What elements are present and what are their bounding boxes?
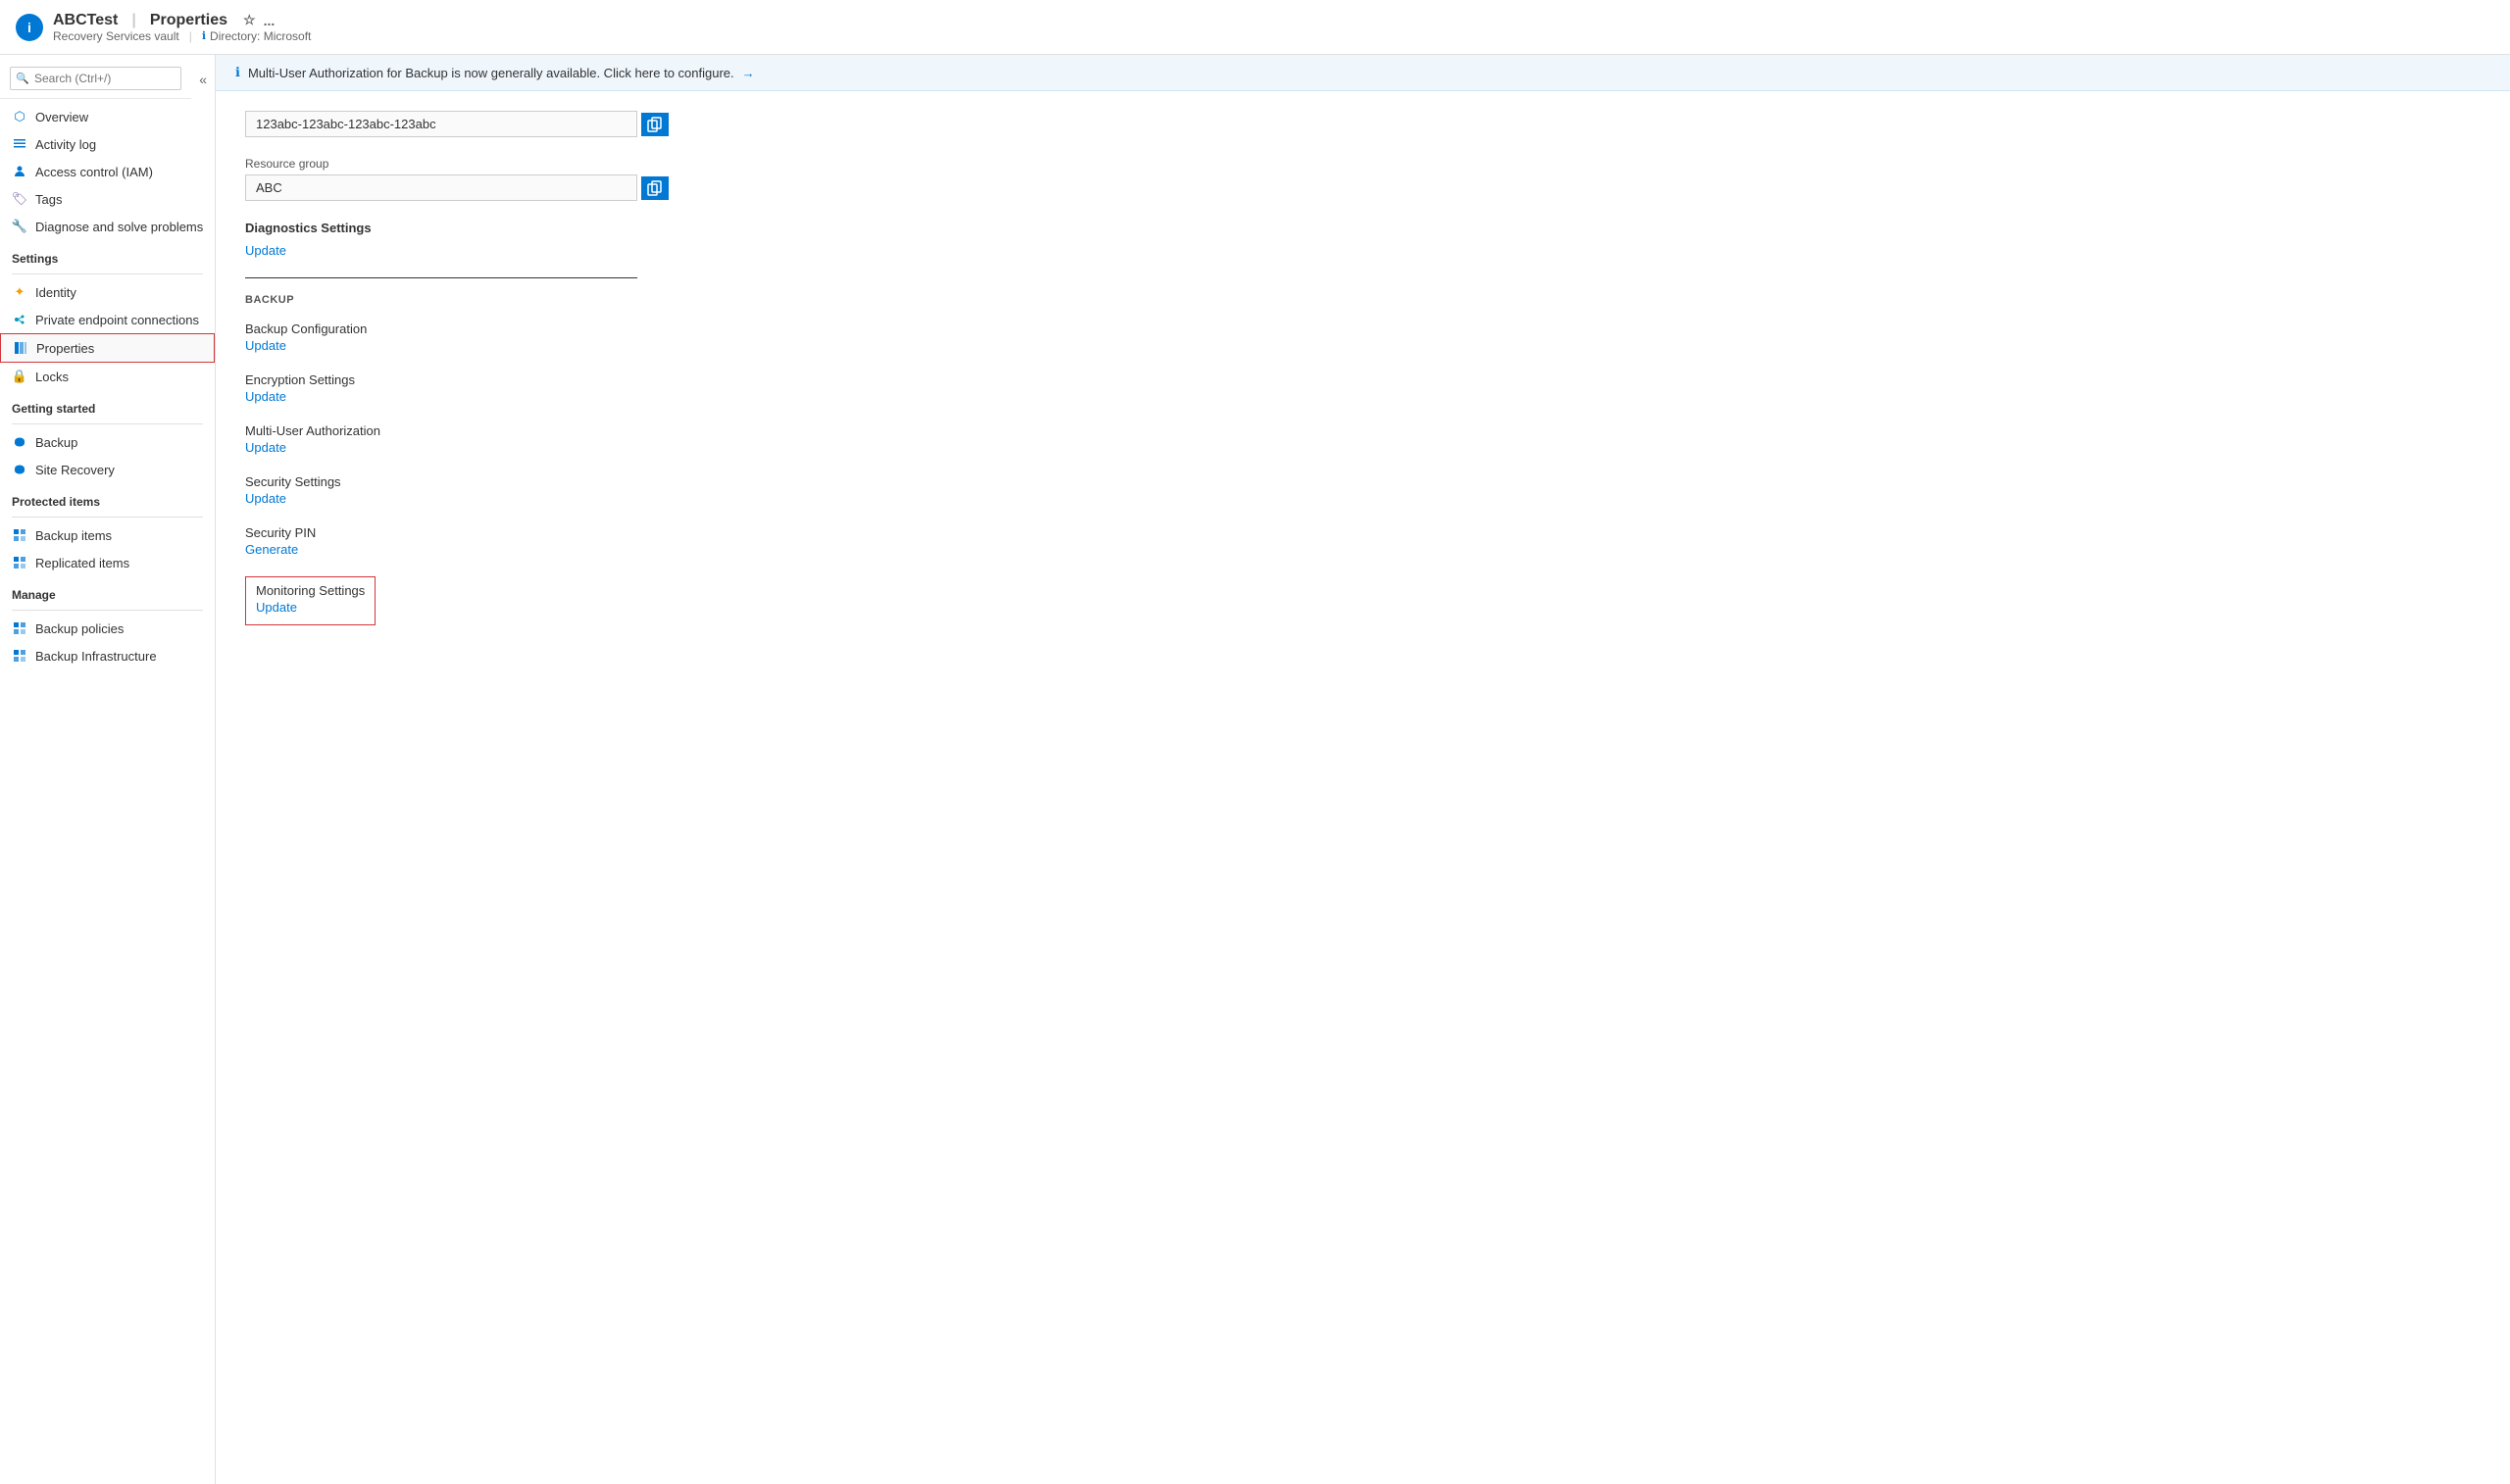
resource-group-input-row <box>245 174 2481 201</box>
backup-configuration-update-link[interactable]: Update <box>245 338 2481 353</box>
manage-section-header: Manage <box>0 576 215 606</box>
sidebar-top-row: 🔍 « <box>0 55 215 103</box>
properties-icon <box>13 340 28 356</box>
diagnostics-settings-block: Diagnostics Settings Update <box>245 221 2481 258</box>
backup-infrastructure-icon <box>12 648 27 664</box>
backup-section-divider <box>245 277 637 278</box>
info-banner[interactable]: ℹ Multi-User Authorization for Backup is… <box>216 55 2510 91</box>
resource-group-field: Resource group <box>245 157 2481 201</box>
security-pin-label: Security PIN <box>245 525 2481 540</box>
page-header: i ABCTest | Properties ☆ ... Recovery Se… <box>0 0 2510 55</box>
sidebar-item-identity[interactable]: ✦ Identity <box>0 278 215 306</box>
more-options-icon[interactable]: ... <box>264 13 276 28</box>
page-subtitle: Recovery Services vault | ℹ Directory: M… <box>53 29 311 43</box>
backup-configuration-label: Backup Configuration <box>245 322 2481 336</box>
protected-items-section-header: Protected items <box>0 483 215 513</box>
encryption-settings-update-link[interactable]: Update <box>245 389 2481 404</box>
multi-user-auth-update-link[interactable]: Update <box>245 440 2481 455</box>
getting-started-divider <box>12 423 203 424</box>
resource-group-copy-button[interactable] <box>641 176 669 200</box>
multi-user-auth-block: Multi-User Authorization Update <box>245 423 2481 455</box>
sidebar-item-replicated-items[interactable]: Replicated items <box>0 549 215 576</box>
sidebar-item-private-endpoint[interactable]: Private endpoint connections <box>0 306 215 333</box>
multi-user-auth-label: Multi-User Authorization <box>245 423 2481 438</box>
site-recovery-icon <box>12 462 27 477</box>
banner-configure-link[interactable]: → <box>742 66 755 80</box>
subscription-id-input-row <box>245 111 2481 137</box>
tags-icon: 🏷 <box>12 191 27 207</box>
settings-divider <box>12 273 203 274</box>
monitoring-settings-update-link[interactable]: Update <box>256 600 365 615</box>
protected-items-divider <box>12 517 203 518</box>
subscription-id-copy-button[interactable] <box>641 113 669 136</box>
security-settings-block: Security Settings Update <box>245 474 2481 506</box>
security-settings-label: Security Settings <box>245 474 2481 489</box>
security-pin-block: Security PIN Generate <box>245 525 2481 557</box>
backup-icon <box>12 434 27 450</box>
manage-divider <box>12 610 203 611</box>
sidebar-item-backup-infrastructure[interactable]: Backup Infrastructure <box>0 642 215 669</box>
title-area: ABCTest | Properties ☆ ... Recovery Serv… <box>53 12 311 43</box>
security-pin-generate-link[interactable]: Generate <box>245 542 2481 557</box>
page-title: ABCTest | Properties ☆ ... <box>53 12 311 29</box>
sidebar-item-backup-items[interactable]: Backup items <box>0 521 215 549</box>
diagnostics-settings-label: Diagnostics Settings <box>245 221 2481 235</box>
subscription-id-input <box>245 111 637 137</box>
backup-items-icon <box>12 527 27 543</box>
sidebar-item-diagnose[interactable]: 🔧 Diagnose and solve problems <box>0 213 215 240</box>
banner-info-icon: ℹ <box>235 65 240 80</box>
app-icon: i <box>16 14 43 41</box>
sidebar-navigation: ⬡ Overview Activity log Access control (… <box>0 103 215 1484</box>
sidebar-item-activity-log[interactable]: Activity log <box>0 130 215 158</box>
getting-started-section-header: Getting started <box>0 390 215 420</box>
backup-section-title: BACKUP <box>245 294 2481 306</box>
monitoring-settings-label: Monitoring Settings <box>256 583 365 598</box>
sidebar-item-properties[interactable]: Properties <box>0 333 215 363</box>
locks-icon: 🔒 <box>12 369 27 384</box>
sidebar-item-tags[interactable]: 🏷 Tags <box>0 185 215 213</box>
private-endpoint-icon <box>12 312 27 327</box>
overview-icon: ⬡ <box>12 109 27 124</box>
sidebar-item-access-control[interactable]: Access control (IAM) <box>0 158 215 185</box>
main-layout: 🔍 « ⬡ Overview Activity log <box>0 55 2510 1484</box>
properties-content: Resource group Diagnostics Settings Upda… <box>216 91 2510 1484</box>
content-area: ℹ Multi-User Authorization for Backup is… <box>216 55 2510 1484</box>
sidebar-item-backup-policies[interactable]: Backup policies <box>0 615 215 642</box>
settings-section-header: Settings <box>0 240 215 270</box>
backup-configuration-block: Backup Configuration Update <box>245 322 2481 353</box>
sidebar: 🔍 « ⬡ Overview Activity log <box>0 55 216 1484</box>
sidebar-search-area: 🔍 <box>0 59 191 99</box>
backup-policies-icon <box>12 620 27 636</box>
monitoring-settings-block: Monitoring Settings Update <box>245 576 376 625</box>
sidebar-item-overview[interactable]: ⬡ Overview <box>0 103 215 130</box>
search-icon: 🔍 <box>16 73 29 85</box>
encryption-settings-label: Encryption Settings <box>245 372 2481 387</box>
sidebar-item-backup[interactable]: Backup <box>0 428 215 456</box>
sidebar-item-site-recovery[interactable]: Site Recovery <box>0 456 215 483</box>
security-settings-update-link[interactable]: Update <box>245 491 2481 506</box>
replicated-items-icon <box>12 555 27 570</box>
collapse-sidebar-button[interactable]: « <box>191 68 215 91</box>
access-control-icon <box>12 164 27 179</box>
header-actions: ☆ ... <box>243 12 275 28</box>
identity-icon: ✦ <box>12 284 27 300</box>
directory-info-icon: ℹ <box>202 29 206 42</box>
diagnostics-update-link[interactable]: Update <box>245 243 2481 258</box>
resource-group-label: Resource group <box>245 157 2481 171</box>
search-input[interactable] <box>10 67 181 90</box>
resource-group-input <box>245 174 637 201</box>
encryption-settings-block: Encryption Settings Update <box>245 372 2481 404</box>
diagnose-icon: 🔧 <box>12 219 27 234</box>
favorite-icon[interactable]: ☆ <box>243 12 256 28</box>
activity-log-icon <box>12 136 27 152</box>
search-wrapper: 🔍 <box>10 67 181 90</box>
subscription-id-field <box>245 111 2481 137</box>
sidebar-item-locks[interactable]: 🔒 Locks <box>0 363 215 390</box>
